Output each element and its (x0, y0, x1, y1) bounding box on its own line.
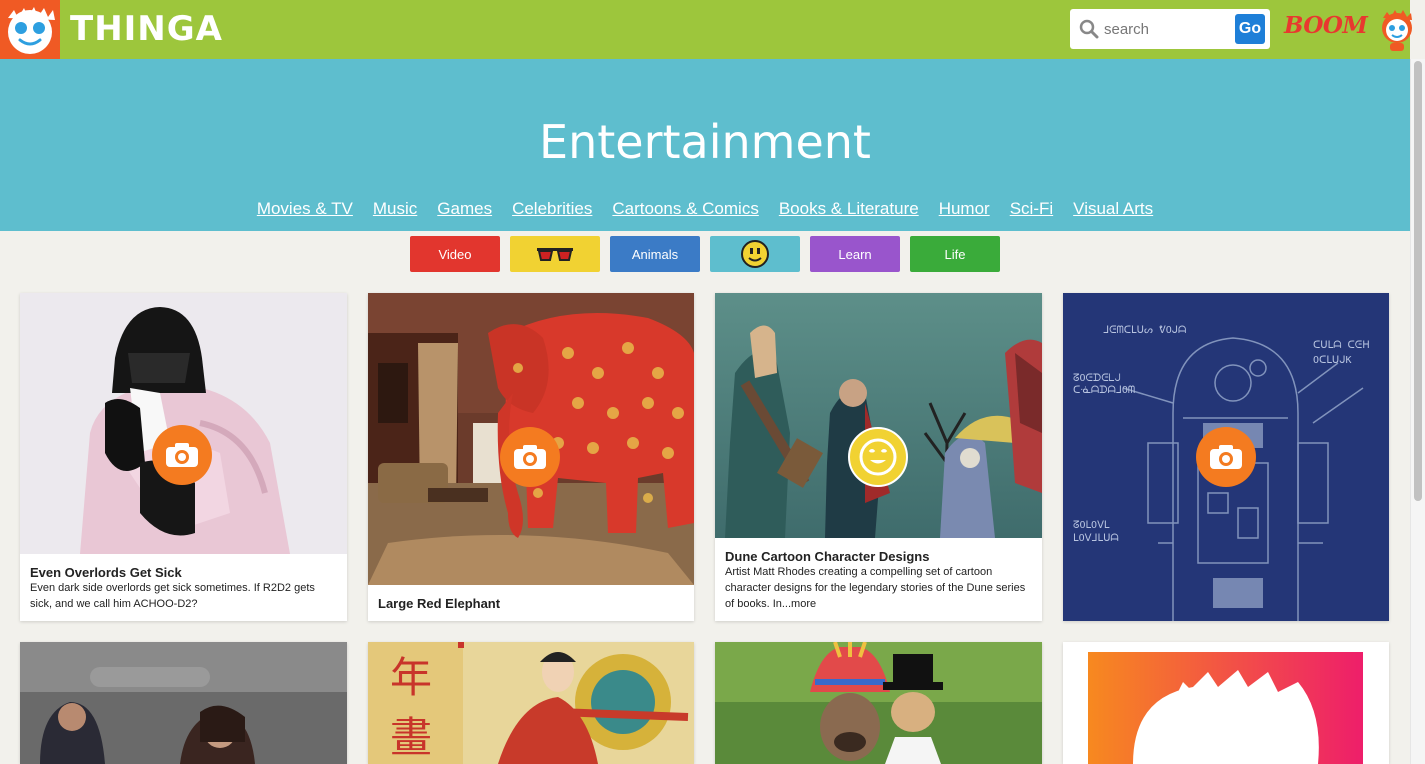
boom-logo[interactable]: BOOM (1284, 12, 1368, 39)
pill-cool[interactable] (510, 236, 600, 272)
category-nav: Movies & TV Music Games Celebrities Cartoons… (0, 199, 1410, 219)
logo-text[interactable]: THINGA (70, 9, 223, 49)
card-title[interactable]: Even Overlords Get Sick (30, 565, 182, 580)
card-chinese-art[interactable]: 年 畫 (368, 642, 694, 764)
card-costumed-pets[interactable] (715, 642, 1042, 764)
user-avatar-icon[interactable] (1377, 8, 1417, 52)
pill-animals[interactable]: Animals (610, 236, 700, 272)
nav-cartoons-comics[interactable]: Cartoons & Comics (612, 199, 758, 218)
nav-sci-fi[interactable]: Sci-Fi (1010, 199, 1053, 218)
nav-visual-arts[interactable]: Visual Arts (1073, 199, 1153, 218)
blueprint-label: ᒪOᐯᒧᒪᑌᗩ (1073, 533, 1119, 544)
photo-badge (152, 425, 212, 485)
nav-games[interactable]: Games (437, 199, 492, 218)
chinese-glyph: 年 (390, 653, 432, 702)
card-description: Artist Matt Rhodes creating a compelling… (725, 566, 1026, 610)
blueprint-label: OᑕᒪᑌᒍK (1313, 355, 1352, 366)
go-button[interactable]: Go (1235, 14, 1265, 44)
pill-life[interactable]: Life (910, 236, 1000, 272)
card-image-thinga-mascot[interactable] (1063, 642, 1389, 764)
nav-music[interactable]: Music (373, 199, 417, 218)
chinese-glyph: 畫 (390, 713, 432, 762)
blueprint-label: ᘔOᕮᗪᕮᒪᒍ (1073, 373, 1121, 384)
nav-books-literature[interactable]: Books & Literature (779, 199, 919, 218)
card-image-costumed-pets[interactable] (715, 642, 1042, 764)
card-title[interactable]: Large Red Elephant (378, 596, 500, 611)
scrollbar-thumb[interactable] (1414, 61, 1422, 501)
page-title: Entertainment (539, 115, 871, 169)
card-thinga-mascot[interactable] (1063, 642, 1389, 764)
camera-icon (514, 445, 546, 469)
category-hero: Entertainment Movies & TV Music Games Celeb… (0, 59, 1410, 231)
humor-badge (848, 427, 908, 487)
camera-icon (1210, 445, 1242, 469)
pill-learn[interactable]: Learn (810, 236, 900, 272)
search-box: Go (1070, 9, 1270, 49)
card-elephant[interactable]: Large Red Elephant (368, 293, 694, 621)
card-blueprint[interactable]: ᒧᕮᗰᑕᒪᑌᔕ ᕓOᒍᗩ ᑕᑌᒪᗩ ᑕᕮᕼ OᑕᒪᑌᒍK ᘔOᕮᗪᕮᒪᒍ ᑕᓍᗩ… (1063, 293, 1389, 621)
card-dune[interactable]: Dune Cartoon Character Designs Artist Ma… (715, 293, 1042, 621)
card-overlord[interactable]: Even Overlords Get Sick Even dark side o… (20, 293, 347, 621)
nav-humor[interactable]: Humor (939, 199, 990, 218)
card-title[interactable]: Dune Cartoon Character Designs (725, 549, 929, 564)
blueprint-label: ᘔOᒪOᐯᒪ (1073, 520, 1110, 531)
card-image-chinese-art[interactable]: 年 畫 (368, 642, 694, 764)
pill-humor[interactable] (710, 236, 800, 272)
scrollbar[interactable] (1410, 59, 1425, 764)
photo-badge (1196, 427, 1256, 487)
nav-celebrities[interactable]: Celebrities (512, 199, 592, 218)
search-icon (1079, 19, 1099, 39)
blueprint-label: ᑕᑌᒪᗩ ᑕᕮᕼ (1313, 340, 1370, 351)
pill-video[interactable]: Video (410, 236, 500, 272)
smiley-icon (859, 438, 897, 476)
card-superheroes[interactable] (20, 642, 347, 764)
blueprint-label: ᑕᓍᗩᗪᗩᒧOᗰ (1073, 385, 1135, 396)
top-bar: THINGA Go BOOM (0, 0, 1412, 59)
smiley-icon (741, 240, 769, 268)
sunglasses-icon (537, 248, 573, 261)
blueprint-label: ᒧᕮᗰᑕᒪᑌᔕ ᕓOᒍᗩ (1103, 325, 1186, 336)
card-description: Even dark side overlords get sick someti… (30, 582, 315, 610)
nav-movies-tv[interactable]: Movies & TV (257, 199, 353, 218)
card-image-dune[interactable] (715, 293, 1042, 538)
card-image-superheroes[interactable] (20, 642, 347, 764)
photo-badge (500, 427, 560, 487)
card-image-overlord[interactable] (20, 293, 347, 554)
logo-mascot-icon[interactable] (0, 0, 60, 59)
camera-icon (166, 443, 198, 467)
